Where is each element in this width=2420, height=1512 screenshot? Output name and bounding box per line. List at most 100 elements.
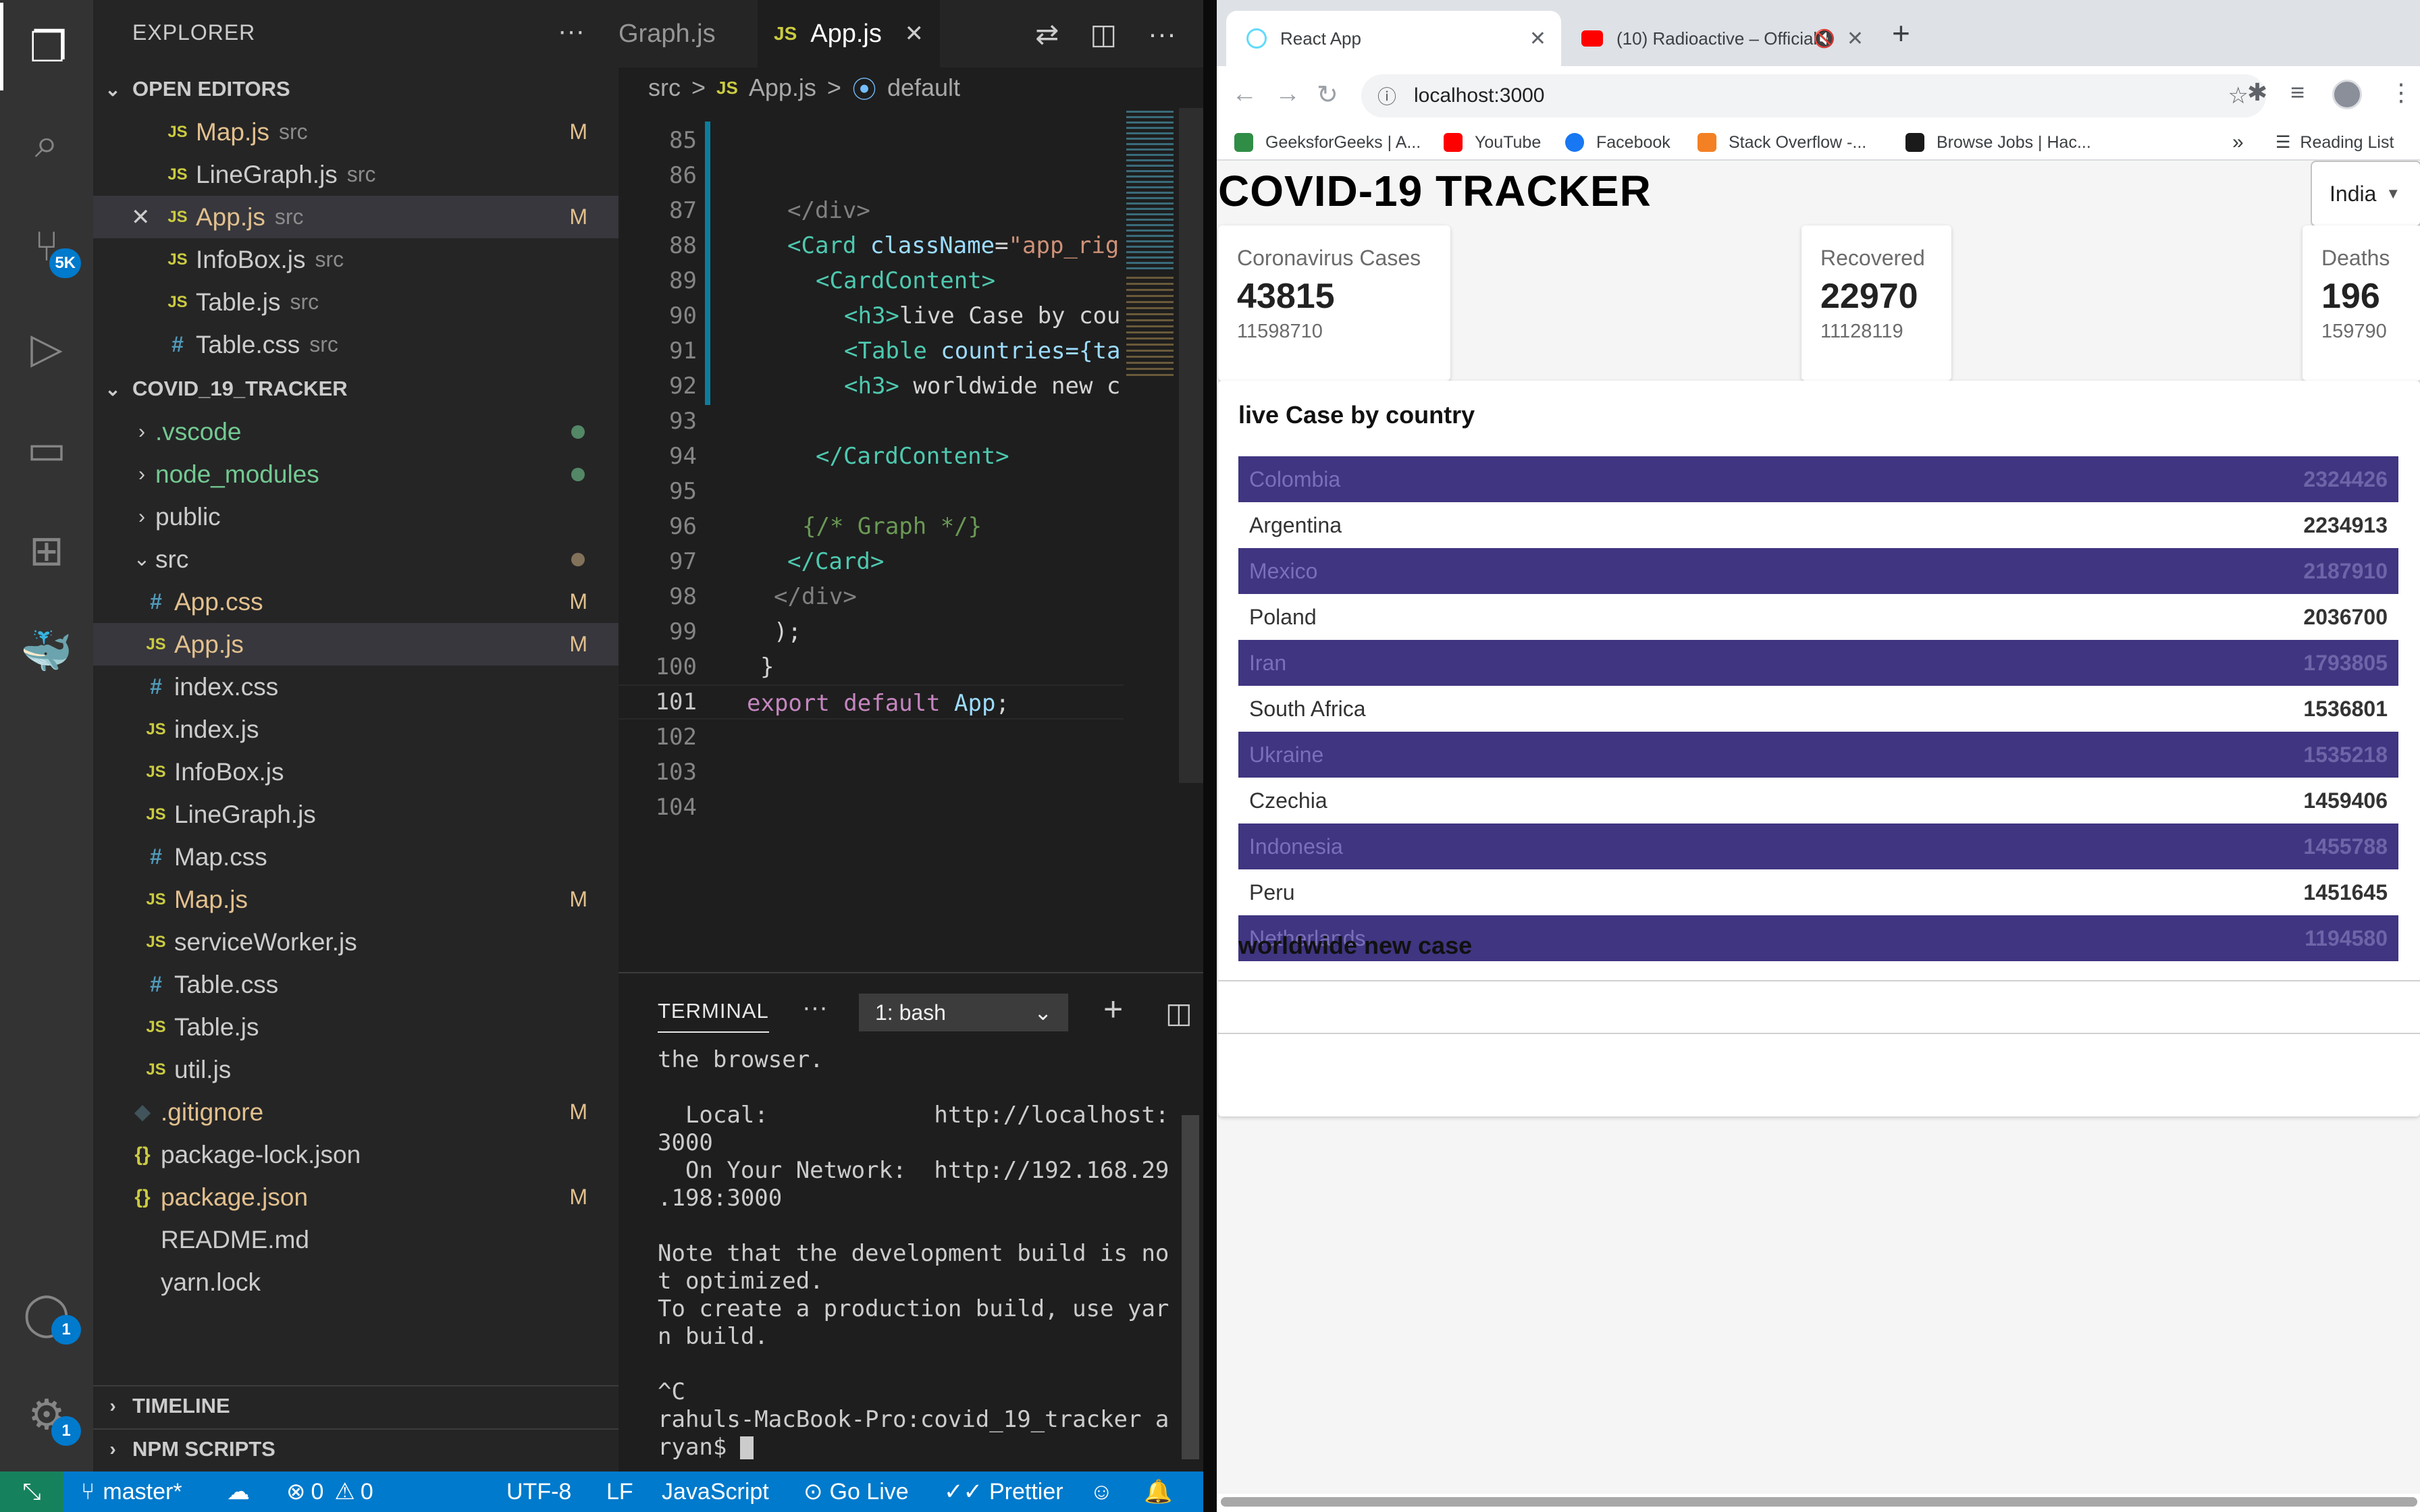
infobox-deaths[interactable]: Deaths 196 159790: [2303, 225, 2420, 381]
tab-app-js[interactable]: JS App.js ✕: [758, 0, 940, 68]
media-controls-icon[interactable]: ≡: [2290, 78, 2305, 107]
eol-indicator[interactable]: LF: [606, 1472, 633, 1512]
reading-list-button[interactable]: ☰ Reading List: [2276, 124, 2394, 161]
encoding-indicator[interactable]: UTF-8: [506, 1472, 571, 1512]
open-editor-item[interactable]: ✕ JS App.js src M: [93, 196, 619, 238]
file-item[interactable]: # App.css M: [93, 580, 619, 623]
country-table[interactable]: Colombia 2324426 Argentina 2234913 Mexico 218…: [1238, 456, 2398, 996]
search-icon[interactable]: ⌕: [0, 100, 93, 188]
split-terminal-icon[interactable]: ◫: [1165, 996, 1192, 1029]
extensions-puzzle-icon[interactable]: ✱: [2247, 78, 2267, 107]
terminal-tab[interactable]: TERMINAL: [658, 999, 769, 1033]
breadcrumb-file[interactable]: App.js: [749, 74, 816, 102]
terminal-output[interactable]: the browser. Local: http://localhost: 300…: [658, 1046, 1169, 1461]
window-divider[interactable]: [1203, 0, 1217, 1512]
address-bar[interactable]: ⓘ localhost:3000 ☆: [1361, 74, 2266, 117]
terminal-shell-select[interactable]: 1: bash ⌄: [859, 994, 1068, 1031]
open-editors-header[interactable]: ⌄ OPEN EDITORS: [93, 69, 619, 109]
table-row[interactable]: Iran 1793805: [1238, 640, 2398, 686]
file-item[interactable]: # Map.css: [93, 836, 619, 878]
remote-icon[interactable]: ⤡: [0, 1472, 63, 1512]
table-row[interactable]: Mexico 2187910: [1238, 548, 2398, 594]
file-item[interactable]: README.md: [93, 1218, 619, 1261]
file-item[interactable]: {} package-lock.json: [93, 1133, 619, 1176]
sync-icon[interactable]: ☁: [227, 1472, 250, 1512]
bookmark-star-icon[interactable]: ☆: [2228, 82, 2248, 109]
file-item[interactable]: JS Table.js: [93, 1006, 619, 1048]
new-tab-button[interactable]: +: [1892, 15, 1910, 51]
folder-item[interactable]: ⌄ src: [93, 538, 619, 580]
file-item[interactable]: ◆ .gitignore M: [93, 1091, 619, 1133]
breadcrumb-symbol[interactable]: default: [887, 74, 960, 102]
open-editor-item[interactable]: JS Map.js src M: [93, 111, 619, 153]
page-horizontal-scrollbar[interactable]: [1221, 1497, 2417, 1507]
extensions-icon[interactable]: ⊞: [0, 506, 93, 594]
file-item[interactable]: JS util.js: [93, 1048, 619, 1091]
open-editor-item[interactable]: # Table.css src: [93, 323, 619, 366]
more-bookmarks-button[interactable]: »: [2232, 124, 2244, 161]
table-row[interactable]: Czechia 1459406: [1238, 778, 2398, 824]
open-editor-item[interactable]: JS Table.js src: [93, 281, 619, 323]
file-item[interactable]: {} package.json M: [93, 1176, 619, 1218]
infobox-recovered[interactable]: Recovered 22970 11128119: [1801, 225, 1951, 381]
table-row[interactable]: Colombia 2324426: [1238, 456, 2398, 502]
table-row[interactable]: Argentina 2234913: [1238, 502, 2398, 548]
country-dropdown[interactable]: India ▼: [2311, 161, 2420, 227]
problems-indicator[interactable]: ⊗ 0 ⚠ 0: [286, 1472, 373, 1512]
profile-avatar[interactable]: [2332, 80, 2362, 109]
breadcrumb-folder[interactable]: src: [648, 74, 681, 102]
file-item[interactable]: JS LineGraph.js: [93, 793, 619, 836]
feedback-icon[interactable]: ☺: [1090, 1472, 1113, 1512]
explorer-icon[interactable]: ❐: [0, 3, 93, 90]
editor-scrollbar[interactable]: [1179, 108, 1203, 783]
bookmark-youtube[interactable]: YouTube: [1444, 124, 1541, 161]
tab-graph-js[interactable]: Graph.js: [619, 0, 758, 68]
panel-more-icon[interactable]: ···: [802, 994, 828, 1023]
reload-icon[interactable]: ↻: [1317, 80, 1338, 110]
folder-item[interactable]: › node_modules: [93, 453, 619, 495]
file-item[interactable]: JS App.js M: [93, 623, 619, 666]
table-row[interactable]: Indonesia 1455788: [1238, 824, 2398, 869]
chrome-menu-icon[interactable]: ⋮: [2389, 78, 2413, 107]
folder-item[interactable]: › public: [93, 495, 619, 538]
more-actions-icon[interactable]: ···: [1148, 18, 1176, 50]
close-tab-icon[interactable]: ✕: [1847, 27, 1864, 51]
table-row[interactable]: South Africa 1536801: [1238, 686, 2398, 732]
bookmark-stack-overflow[interactable]: Stack Overflow -...: [1698, 124, 1866, 161]
docker-icon[interactable]: 🐳: [0, 608, 93, 695]
project-header[interactable]: ⌄ COVID_19_TRACKER: [93, 369, 619, 409]
bookmark-facebook[interactable]: Facebook: [1565, 124, 1671, 161]
table-row[interactable]: Ukraine 1535218: [1238, 732, 2398, 778]
explorer-more-button[interactable]: ···: [558, 16, 585, 47]
file-item[interactable]: yarn.lock: [93, 1261, 619, 1303]
open-changes-icon[interactable]: ⇄: [1035, 18, 1059, 51]
split-editor-icon[interactable]: ◫: [1090, 18, 1117, 51]
folder-item[interactable]: › .vscode: [93, 410, 619, 453]
file-item[interactable]: JS InfoBox.js: [93, 751, 619, 793]
notifications-bell-icon[interactable]: 🔔: [1144, 1472, 1172, 1512]
run-debug-icon[interactable]: ▷: [0, 304, 93, 392]
file-item[interactable]: JS index.js: [93, 708, 619, 751]
settings-gear-icon[interactable]: ⚙ 1: [0, 1370, 93, 1458]
prettier-indicator[interactable]: ✓✓ Prettier: [944, 1472, 1063, 1512]
file-item[interactable]: JS serviceWorker.js: [93, 921, 619, 963]
source-control-icon[interactable]: ⑂ 5K: [0, 202, 93, 290]
browser-tab-react-app[interactable]: React App ✕: [1226, 11, 1561, 66]
back-arrow-icon[interactable]: ←: [1232, 80, 1257, 109]
forward-arrow-icon[interactable]: →: [1275, 80, 1300, 109]
table-row[interactable]: Peru 1451645: [1238, 869, 2398, 915]
infobox-cases[interactable]: Coronavirus Cases 43815 11598710: [1218, 225, 1450, 381]
timeline-header[interactable]: › TIMELINE: [93, 1385, 619, 1426]
muted-audio-icon[interactable]: 🔇: [1814, 28, 1835, 49]
new-terminal-icon[interactable]: +: [1103, 990, 1123, 1029]
close-editor-icon[interactable]: ✕: [131, 204, 151, 231]
branch-indicator[interactable]: ⑂ master*: [81, 1472, 182, 1512]
file-item[interactable]: # Table.css: [93, 963, 619, 1006]
npm-scripts-header[interactable]: › NPM SCRIPTS: [93, 1428, 619, 1469]
file-item[interactable]: # index.css: [93, 666, 619, 708]
accounts-icon[interactable]: ◯ 1: [0, 1269, 93, 1357]
site-info-icon[interactable]: ⓘ: [1377, 82, 1396, 109]
open-editor-item[interactable]: JS LineGraph.js src: [93, 153, 619, 196]
table-row[interactable]: Poland 2036700: [1238, 594, 2398, 640]
file-item[interactable]: JS Map.js M: [93, 878, 619, 921]
